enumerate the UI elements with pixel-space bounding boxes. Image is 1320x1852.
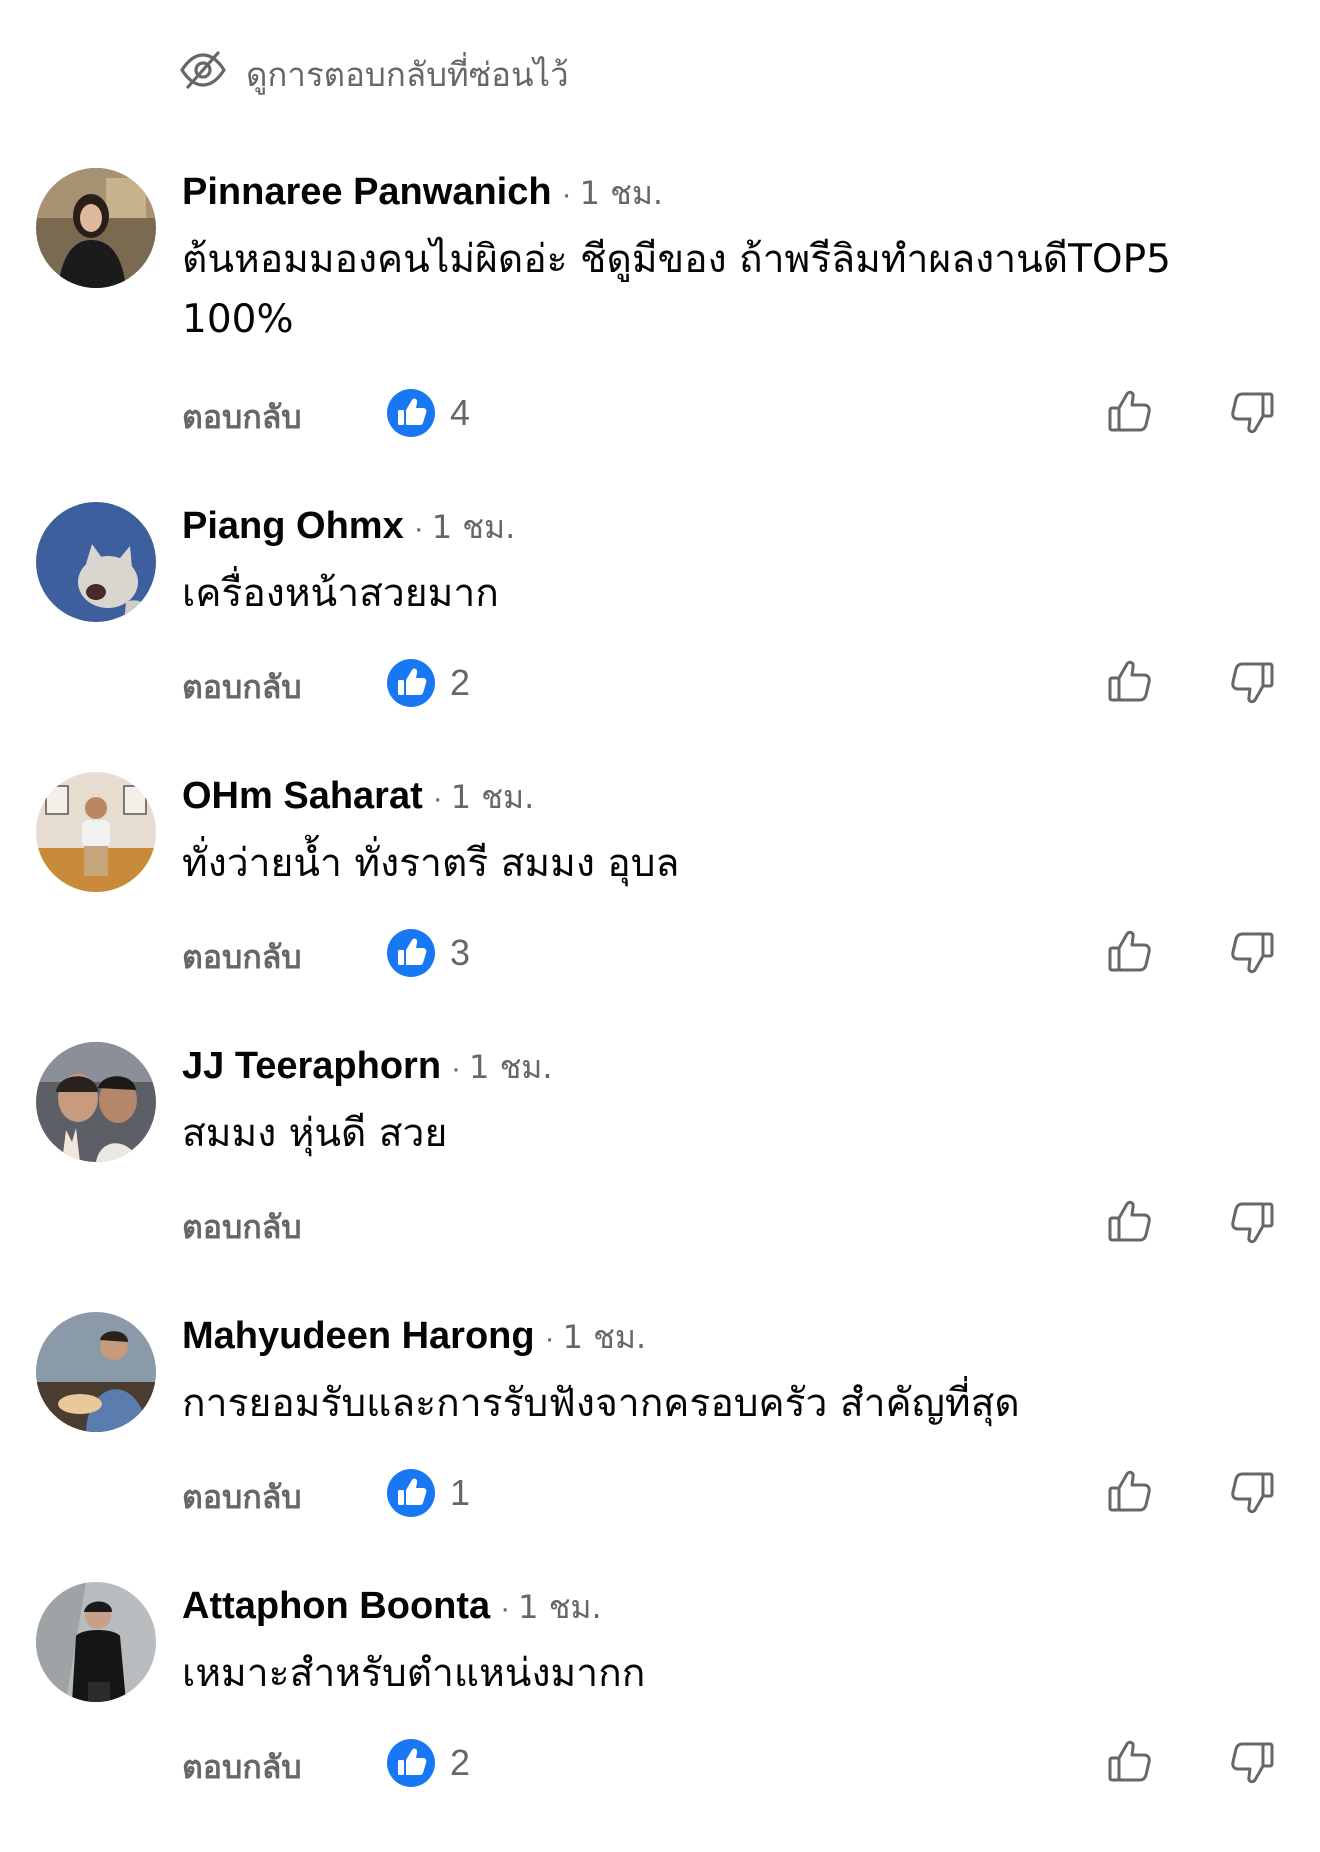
comment-actions: ตอบกลับ 3 <box>0 922 1320 986</box>
downvote-button[interactable] <box>1226 656 1278 708</box>
comment: Piang Ohmx · 1 ชม. เครื่องหน้าสวยมาก <box>0 502 1320 772</box>
separator-dot: · <box>432 782 443 815</box>
reaction-count: 2 <box>450 1742 471 1783</box>
separator-dot: · <box>561 178 572 211</box>
like-reaction-icon <box>387 1469 435 1517</box>
reply-button[interactable]: ตอบกลับ <box>182 662 302 713</box>
thumbs-up-icon <box>1108 1740 1151 1782</box>
thumbs-up-icon <box>1108 1470 1151 1512</box>
eye-slash-icon <box>178 45 228 103</box>
reaction-count: 2 <box>450 662 471 703</box>
reaction-count: 3 <box>450 932 471 973</box>
downvote-button[interactable] <box>1226 386 1278 438</box>
reaction-count: 4 <box>450 392 471 433</box>
comment-text: ทั่งว่ายน้ำ ทั่งราตรี สมมง อุบล <box>182 841 680 886</box>
avatar[interactable] <box>36 168 156 288</box>
like-reaction-icon <box>387 659 435 707</box>
comment-text: เครื่องหน้าสวยมาก <box>182 571 499 616</box>
reaction-summary[interactable]: 1 <box>386 1468 470 1518</box>
view-hidden-replies-label: ดูการตอบกลับที่ซ่อนไว้ <box>246 54 569 94</box>
timestamp[interactable]: 1 ชม. <box>518 1582 602 1633</box>
timestamp[interactable]: 1 ชม. <box>580 168 664 219</box>
author-name[interactable]: Piang Ohmx <box>182 505 404 548</box>
comment: Mahyudeen Harong · 1 ชม. การยอมรับและการ… <box>0 1312 1320 1582</box>
comment-actions: ตอบกลับ <box>0 1192 1320 1256</box>
reaction-summary[interactable]: 2 <box>386 1738 470 1788</box>
comment-text: ต้นหอมมองคนไม่ผิดอ่ะ ชีดูมีของ ถ้าพรีลิม… <box>182 237 1171 342</box>
comment-actions: ตอบกลับ 2 <box>0 1732 1320 1796</box>
timestamp[interactable]: 1 ชม. <box>451 772 535 823</box>
comment: OHm Saharat · 1 ชม. ทั่งว่ายน้ำ ทั่งราตร… <box>0 772 1320 1042</box>
view-hidden-replies-button[interactable]: ดูการตอบกลับที่ซ่อนไว้ <box>178 44 569 104</box>
avatar[interactable] <box>36 502 156 622</box>
reply-button[interactable]: ตอบกลับ <box>182 392 302 443</box>
thumbs-up-icon <box>1108 660 1151 702</box>
avatar[interactable] <box>36 772 156 892</box>
comment-actions: ตอบกลับ 1 <box>0 1462 1320 1526</box>
comment: JJ Teeraphorn · 1 ชม. สมมง หุ่นดี สวย <box>0 1042 1320 1312</box>
upvote-button[interactable] <box>1104 1466 1156 1518</box>
thumbs-down-icon <box>1231 1742 1274 1784</box>
upvote-button[interactable] <box>1104 1196 1156 1248</box>
thumbs-down-icon <box>1231 1472 1274 1514</box>
reaction-count: 1 <box>450 1472 471 1513</box>
downvote-button[interactable] <box>1226 1466 1278 1518</box>
avatar[interactable] <box>36 1312 156 1432</box>
comment: Attaphon Boonta · 1 ชม. เหมาะสำหรับตำแหน… <box>0 1582 1320 1852</box>
comment-actions: ตอบกลับ 4 <box>0 382 1320 446</box>
reaction-summary[interactable]: 2 <box>386 658 470 708</box>
like-reaction-icon <box>387 1739 435 1787</box>
upvote-button[interactable] <box>1104 656 1156 708</box>
separator-dot: · <box>413 512 424 545</box>
like-reaction-icon <box>387 389 435 437</box>
thumbs-up-icon <box>1108 1200 1151 1242</box>
author-name[interactable]: Mahyudeen Harong <box>182 1315 535 1358</box>
separator-dot: · <box>544 1322 555 1355</box>
separator-dot: · <box>451 1052 462 1085</box>
downvote-button[interactable] <box>1226 1736 1278 1788</box>
avatar[interactable] <box>36 1582 156 1702</box>
avatar[interactable] <box>36 1042 156 1162</box>
thumbs-up-icon <box>1108 930 1151 972</box>
comment-text: การยอมรับและการรับฟังจากครอบครัว สำคัญที… <box>182 1381 1020 1426</box>
comment-text: สมมง หุ่นดี สวย <box>182 1111 448 1156</box>
author-name[interactable]: JJ Teeraphorn <box>182 1045 441 1088</box>
comment-actions: ตอบกลับ 2 <box>0 652 1320 716</box>
reaction-summary[interactable]: 3 <box>386 928 470 978</box>
like-reaction-icon <box>387 929 435 977</box>
reply-button[interactable]: ตอบกลับ <box>182 1202 302 1253</box>
upvote-button[interactable] <box>1104 926 1156 978</box>
thumbs-down-icon <box>1231 932 1274 974</box>
thumbs-down-icon <box>1231 662 1274 704</box>
comment-text: เหมาะสำหรับตำแหน่งมากก <box>182 1651 646 1696</box>
thumbs-up-icon <box>1108 390 1151 432</box>
author-name[interactable]: Attaphon Boonta <box>182 1585 490 1628</box>
timestamp[interactable]: 1 ชม. <box>469 1042 553 1093</box>
author-name[interactable]: Pinnaree Panwanich <box>182 171 552 214</box>
reaction-summary[interactable]: 4 <box>386 388 470 438</box>
upvote-button[interactable] <box>1104 386 1156 438</box>
thumbs-down-icon <box>1231 1202 1274 1244</box>
timestamp[interactable]: 1 ชม. <box>563 1312 647 1363</box>
reply-button[interactable]: ตอบกลับ <box>182 932 302 983</box>
upvote-button[interactable] <box>1104 1736 1156 1788</box>
timestamp[interactable]: 1 ชม. <box>432 502 516 553</box>
reply-button[interactable]: ตอบกลับ <box>182 1742 302 1793</box>
downvote-button[interactable] <box>1226 926 1278 978</box>
downvote-button[interactable] <box>1226 1196 1278 1248</box>
separator-dot: · <box>500 1592 511 1625</box>
author-name[interactable]: OHm Saharat <box>182 775 423 818</box>
thumbs-down-icon <box>1231 392 1274 434</box>
reply-button[interactable]: ตอบกลับ <box>182 1472 302 1523</box>
